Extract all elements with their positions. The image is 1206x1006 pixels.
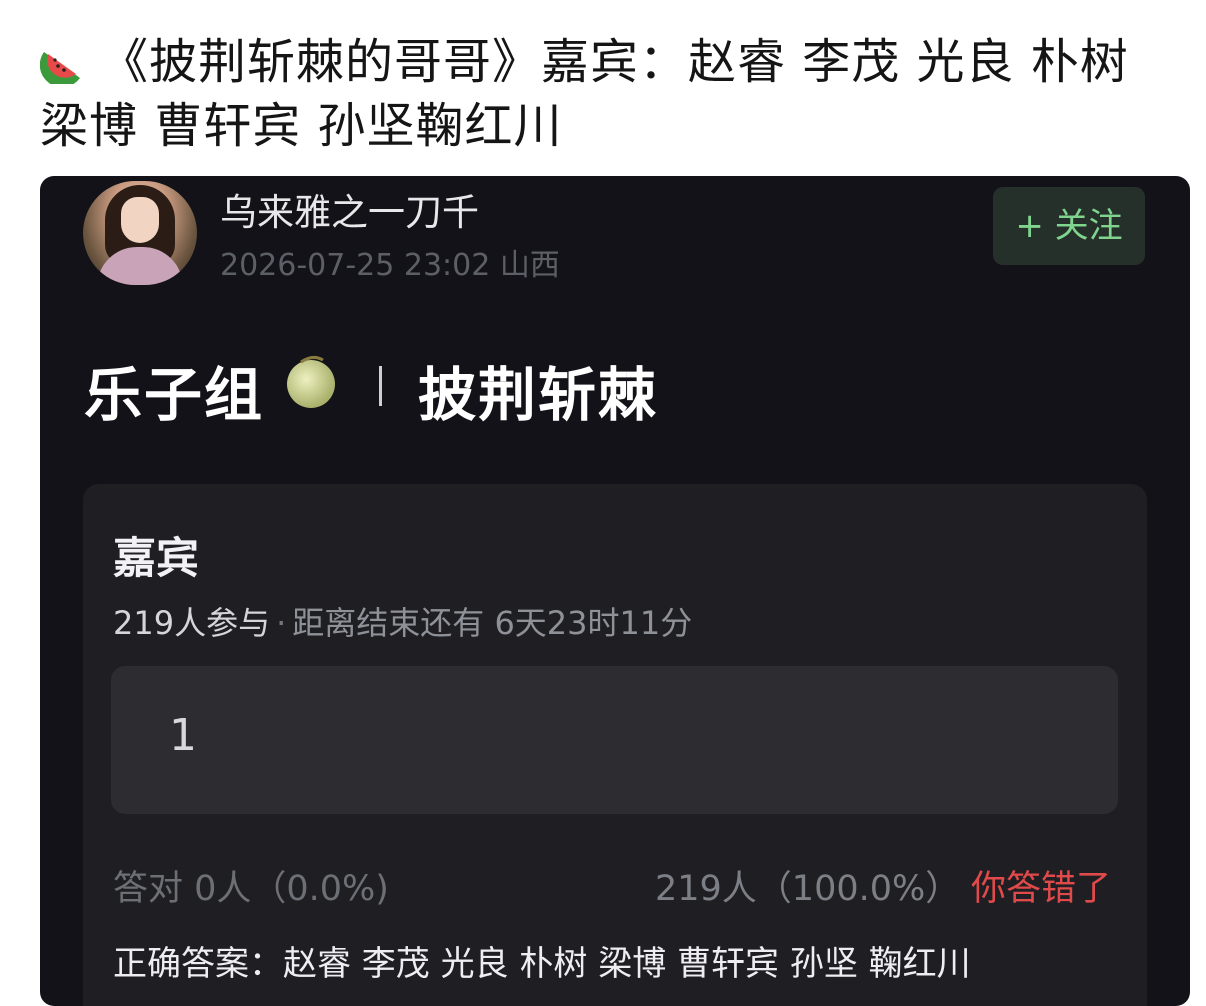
wrong-badge: 你答错了: [971, 869, 1112, 909]
participant-count: 219人参与: [113, 604, 271, 642]
follow-button[interactable]: + 关注: [993, 187, 1145, 265]
topic-name[interactable]: 披荆斩棘: [418, 348, 658, 432]
melon-icon: [283, 354, 339, 410]
post-meta: 2026-07-25 23:02 山西: [220, 240, 560, 284]
timestamp: 2026-07-25 23:02: [220, 248, 491, 283]
poll-option[interactable]: 1: [111, 666, 1118, 814]
location: 山西: [499, 248, 560, 283]
poll-info: 219人参与 · 距离结束还有 6天23时11分: [113, 598, 692, 644]
poll-title: 嘉宾: [113, 534, 199, 584]
post-card: 乌来雅之一刀千 2026-07-25 23:02 山西 + 关注 乐子组 披荆斩…: [40, 176, 1190, 1006]
group-name[interactable]: 乐子组: [84, 348, 264, 432]
headline: 《披荆斩棘的哥哥》嘉宾：赵睿 李茂 光良 朴树 梁博 曹轩宾 孙坚鞠红川: [39, 30, 1180, 158]
correct-stat: 答对 0人（0.0%): [113, 869, 389, 909]
headline-text: 《披荆斩棘的哥哥》嘉宾：赵睿 李茂 光良 朴树 梁博 曹轩宾 孙坚鞠红川: [40, 34, 1129, 154]
option-label: 1: [169, 710, 197, 761]
poll-card: 嘉宾 219人参与 · 距离结束还有 6天23时11分 1 答对 0人（0.0%) …: [83, 484, 1147, 1006]
watermelon-icon: [39, 36, 86, 88]
info-separator: ·: [276, 604, 287, 642]
avatar[interactable]: [83, 181, 197, 285]
divider: [379, 366, 382, 406]
time-remaining: 距离结束还有 6天23时11分: [292, 604, 693, 642]
username[interactable]: 乌来雅之一刀千: [220, 182, 479, 236]
correct-answer: 正确答案：赵睿 李茂 光良 朴树 梁博 曹轩宾 孙坚 鞠红川: [113, 944, 971, 984]
wrong-stat: 219人（100.0%）: [655, 869, 961, 909]
